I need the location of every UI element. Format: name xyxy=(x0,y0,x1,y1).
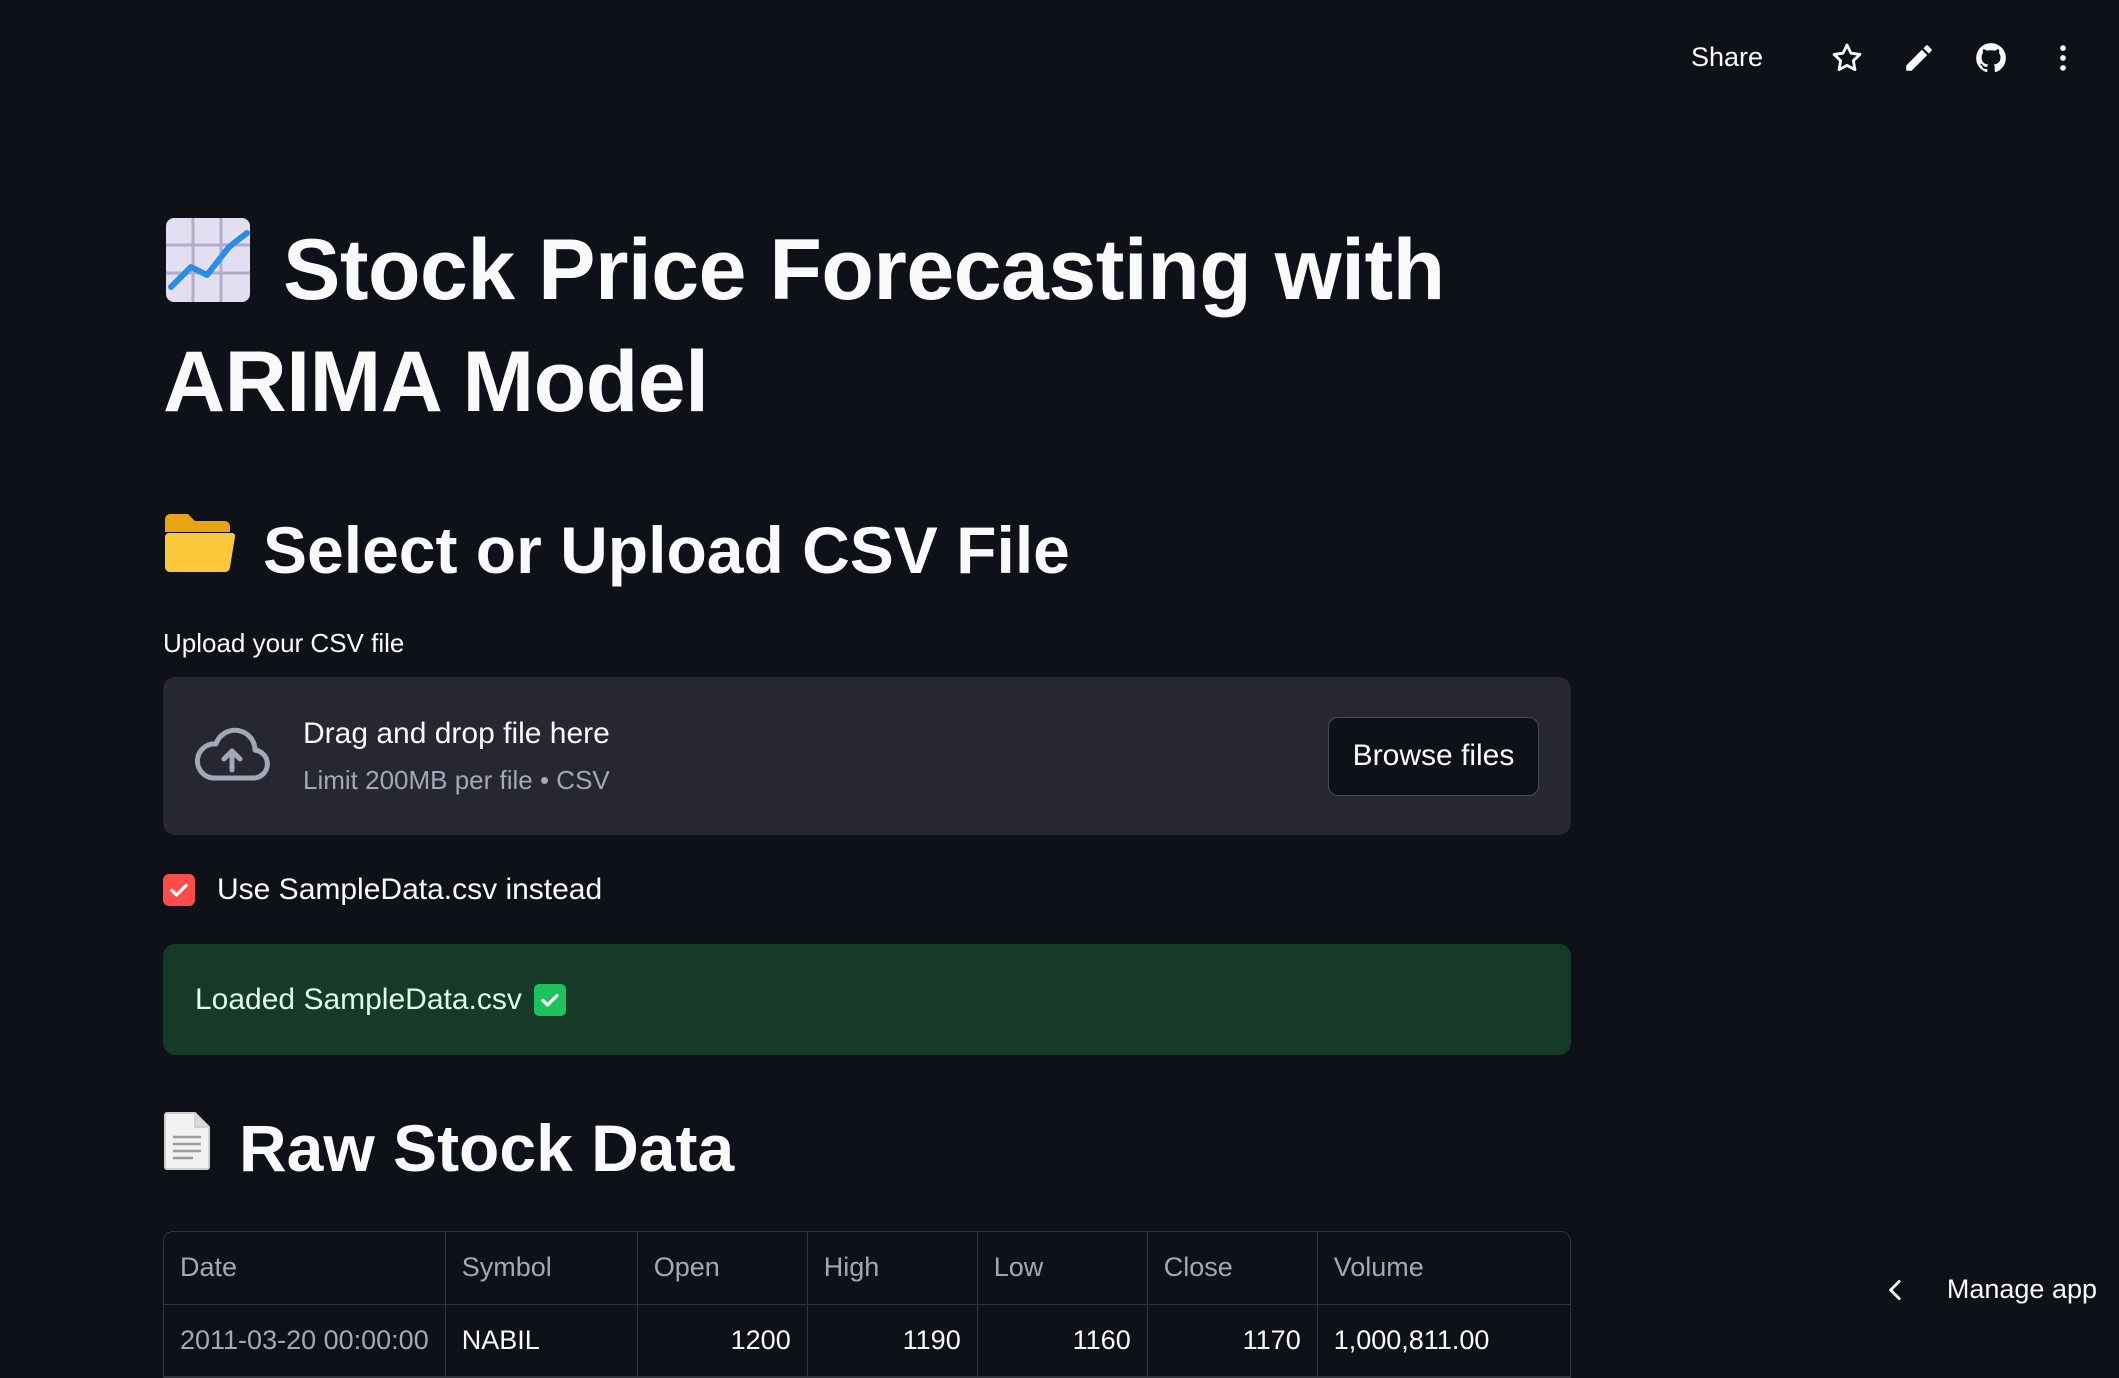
column-header-volume[interactable]: Volume xyxy=(1317,1232,1570,1304)
manage-app-button[interactable]: Manage app xyxy=(1883,1274,2097,1305)
sample-data-checkbox[interactable] xyxy=(163,874,195,906)
column-header-high[interactable]: High xyxy=(807,1232,977,1304)
star-icon[interactable] xyxy=(1819,30,1875,86)
table-cell-symbol[interactable]: NABIL xyxy=(445,1304,637,1376)
upload-section: Select or Upload CSV File Upload your CS… xyxy=(163,511,1571,1055)
raw-data-table[interactable]: Date Symbol Open High Low Close Volume 2… xyxy=(163,1231,1571,1378)
chevron-left-icon xyxy=(1883,1277,1909,1303)
raw-data-heading: Raw Stock Data xyxy=(163,1110,1571,1186)
table-cell-open[interactable]: 1200 xyxy=(637,1304,807,1376)
sample-data-checkbox-label: Use SampleData.csv instead xyxy=(217,873,602,907)
pencil-icon[interactable] xyxy=(1891,30,1947,86)
table-header-row: Date Symbol Open High Low Close Volume xyxy=(164,1232,1570,1304)
raw-data-heading-text: Raw Stock Data xyxy=(239,1110,734,1186)
share-button[interactable]: Share xyxy=(1677,32,1777,83)
github-icon[interactable] xyxy=(1963,30,2019,86)
column-header-date[interactable]: Date xyxy=(164,1232,445,1304)
more-vertical-icon[interactable] xyxy=(2035,30,2091,86)
page-title-text: Stock Price Forecasting with ARIMA Model xyxy=(163,222,1445,430)
chart-increasing-icon xyxy=(163,215,253,329)
table-cell-low[interactable]: 1160 xyxy=(977,1304,1147,1376)
open-folder-icon xyxy=(163,511,235,588)
column-header-open[interactable]: Open xyxy=(637,1232,807,1304)
page-title: Stock Price Forecasting with ARIMA Model xyxy=(163,215,1571,435)
top-toolbar: Share xyxy=(1677,0,2119,115)
table-cell-close[interactable]: 1170 xyxy=(1147,1304,1317,1376)
dropzone-text: Drag and drop file here Limit 200MB per … xyxy=(303,717,1328,796)
success-alert: Loaded SampleData.csv xyxy=(163,944,1571,1055)
cloud-upload-icon xyxy=(193,726,271,786)
table-cell-volume[interactable]: 1,000,811.00 xyxy=(1317,1304,1570,1376)
upload-heading-text: Select or Upload CSV File xyxy=(263,512,1070,588)
table-cell-high[interactable]: 1190 xyxy=(807,1304,977,1376)
table-cell-date[interactable]: 2011-03-20 00:00:00 xyxy=(164,1304,445,1376)
success-alert-text: Loaded SampleData.csv xyxy=(195,983,522,1017)
check-mark-button-icon xyxy=(534,984,566,1016)
upload-label: Upload your CSV file xyxy=(163,628,1571,659)
manage-app-label: Manage app xyxy=(1947,1274,2097,1305)
file-dropzone[interactable]: Drag and drop file here Limit 200MB per … xyxy=(163,677,1571,835)
checkmark-icon xyxy=(167,878,191,902)
table-row: 2011-03-20 00:00:00 NABIL 1200 1190 1160… xyxy=(164,1304,1570,1376)
sample-data-checkbox-row[interactable]: Use SampleData.csv instead xyxy=(163,873,1571,907)
column-header-close[interactable]: Close xyxy=(1147,1232,1317,1304)
column-header-low[interactable]: Low xyxy=(977,1232,1147,1304)
main-content: Stock Price Forecasting with ARIMA Model… xyxy=(163,215,1571,1378)
dropzone-main-text: Drag and drop file here xyxy=(303,717,1328,751)
column-header-symbol[interactable]: Symbol xyxy=(445,1232,637,1304)
dropzone-limit-text: Limit 200MB per file • CSV xyxy=(303,765,1328,796)
raw-data-section: Raw Stock Data Date Symbol Open High Low… xyxy=(163,1110,1571,1378)
upload-heading: Select or Upload CSV File xyxy=(163,511,1571,588)
document-icon xyxy=(163,1110,211,1186)
browse-files-button[interactable]: Browse files xyxy=(1328,717,1539,796)
